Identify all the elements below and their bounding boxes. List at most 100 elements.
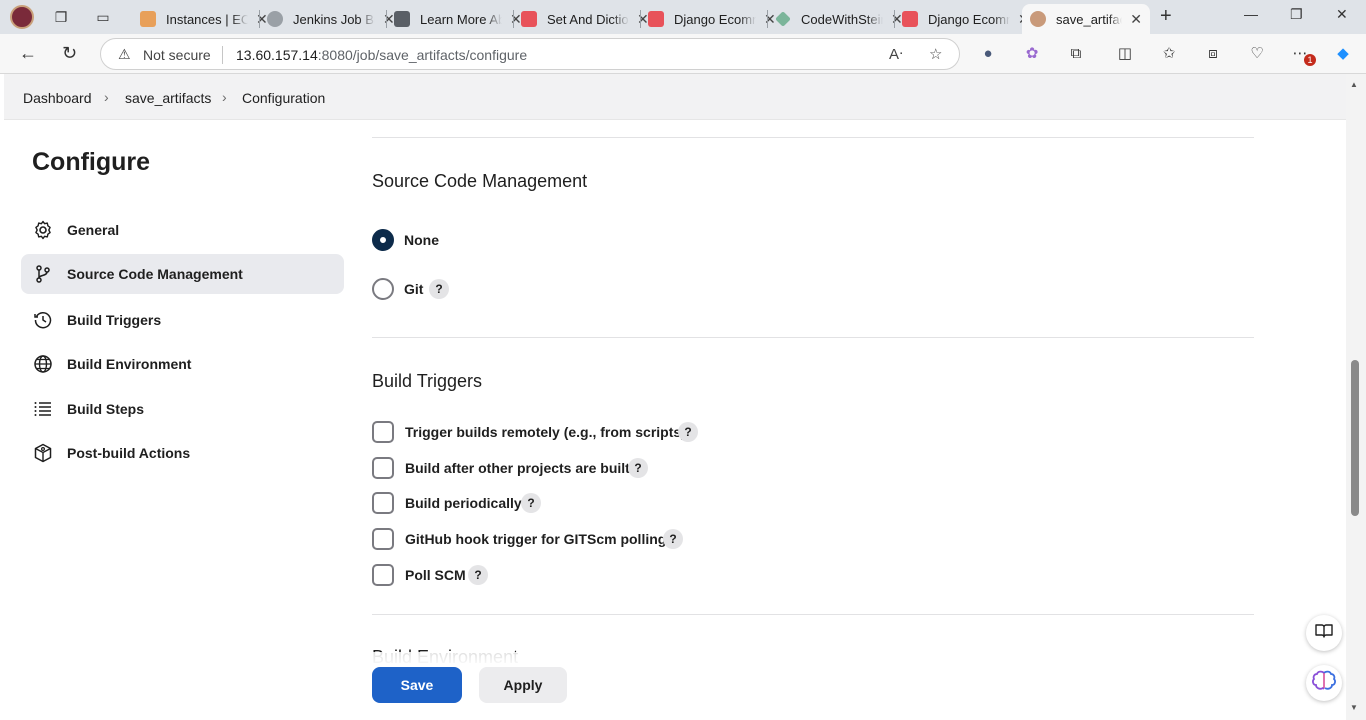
sidebar-item-label: Post-build Actions (67, 445, 191, 461)
sidebar-item-build-steps[interactable]: Build Steps (21, 389, 344, 429)
scm-git-radio[interactable] (372, 278, 394, 300)
tab-favicon-icon (1030, 11, 1046, 27)
help-icon[interactable]: ? (521, 493, 541, 513)
url-path: :8080/job/save_artifacts/configure (317, 47, 528, 63)
tab-title: Set And Dictionary (547, 11, 629, 27)
section-divider (372, 137, 1254, 138)
extensions-puzzle-icon[interactable]: ⧉ (1066, 44, 1086, 64)
sidebar-item-general[interactable]: General (21, 210, 344, 250)
browser-tab[interactable]: Set And Dictionary ✕ (513, 4, 657, 34)
trigger-poll-scm-label[interactable]: Poll SCM (405, 567, 466, 583)
close-window-icon[interactable]: ✕ (1336, 6, 1348, 23)
brain-icon (1312, 670, 1336, 697)
page-viewport: Dashboard › save_artifacts › Configurati… (4, 74, 1346, 720)
scrollbar-thumb[interactable] (1351, 360, 1359, 516)
read-aloud-icon[interactable]: Aᐧ (889, 45, 903, 63)
browser-tab-strip: ❐ ▭ Instances | EC2 ✕ Jenkins Job Build … (0, 0, 1366, 34)
favorites-icon[interactable]: ✩ (1159, 44, 1179, 64)
copilot-extension-icon[interactable]: ✿ (1022, 44, 1042, 64)
scm-git-label[interactable]: Git (404, 281, 423, 297)
chevron-right-icon: › (222, 89, 227, 105)
url-text[interactable]: 13.60.157.14:8080/job/save_artifacts/con… (236, 47, 527, 63)
help-icon[interactable]: ? (429, 279, 449, 299)
browser-tab[interactable]: CodeWithStein ✕ (767, 4, 911, 34)
trigger-periodically-checkbox[interactable] (372, 492, 394, 514)
clock-icon (32, 309, 54, 331)
browser-essentials-icon[interactable]: ♡ (1247, 44, 1267, 64)
scroll-down-icon[interactable]: ▼ (1350, 703, 1358, 712)
security-label[interactable]: Not secure (143, 47, 211, 63)
new-tab-icon[interactable]: + (1160, 5, 1172, 28)
help-icon[interactable]: ? (678, 422, 698, 442)
tab-title: save_artifacts (1056, 11, 1122, 27)
restore-icon[interactable]: ❐ (1290, 6, 1303, 23)
breadcrumb-job[interactable]: save_artifacts (125, 90, 211, 106)
help-icon[interactable]: ? (628, 458, 648, 478)
apply-button[interactable]: Apply (479, 667, 567, 703)
branch-icon (32, 263, 54, 285)
sidebar-item-build-triggers[interactable]: Build Triggers (21, 300, 344, 340)
section-title-build-triggers: Build Triggers (372, 371, 483, 391)
section-divider (372, 337, 1254, 338)
help-icon[interactable]: ? (468, 565, 488, 585)
minimize-icon[interactable]: — (1244, 6, 1258, 22)
split-screen-icon[interactable]: ◫ (1115, 44, 1135, 64)
gear-icon (32, 219, 54, 241)
tab-favicon-icon (521, 11, 537, 27)
bottom-action-bar: Save Apply (4, 652, 1346, 720)
sidebar-item-label: Build Triggers (67, 312, 162, 328)
tab-title: Django Ecommerce (928, 11, 1010, 27)
browser-tab[interactable]: Django Ecommerce ✕ (894, 4, 1038, 34)
collections-icon[interactable]: ⧈ (1203, 44, 1223, 64)
sidebar-item-label: Build Steps (67, 401, 145, 417)
scm-none-label[interactable]: None (404, 232, 439, 248)
copilot-icon[interactable]: ◆ (1333, 44, 1353, 64)
help-icon[interactable]: ? (663, 529, 683, 549)
trigger-github-hook-checkbox[interactable] (372, 528, 394, 550)
trigger-poll-scm-checkbox[interactable] (372, 564, 394, 586)
browser-toolbar: ← ↻ ⚠ Not secure 13.60.157.14:8080/job/s… (0, 34, 1366, 74)
tab-favicon-icon (140, 11, 156, 27)
tab-title: CodeWithStein (801, 11, 883, 27)
list-icon (32, 398, 54, 420)
browser-tab[interactable]: Instances | EC2 ✕ (132, 4, 276, 34)
workspaces-icon[interactable]: ❐ (50, 6, 72, 28)
scroll-up-icon[interactable]: ▲ (1350, 80, 1358, 89)
profile-avatar[interactable] (10, 5, 34, 29)
breadcrumb-dashboard[interactable]: Dashboard (23, 90, 92, 106)
browser-tab[interactable]: Jenkins Job Build ✕ (259, 4, 403, 34)
trigger-remote-label[interactable]: Trigger builds remotely (e.g., from scri… (405, 424, 686, 440)
sidebar-item-label: General (67, 222, 120, 238)
browser-tab[interactable]: Django Ecommerce ✕ (640, 4, 784, 34)
globe-icon (32, 353, 54, 375)
tab-actions-icon[interactable]: ▭ (92, 6, 114, 28)
sidebar-item-source-code-management[interactable]: Source Code Management (21, 254, 344, 294)
favorite-star-icon[interactable]: ☆ (929, 45, 942, 63)
ai-assistant-button[interactable] (1306, 665, 1342, 701)
sidebar-item-post-build-actions[interactable]: Post-build Actions (21, 433, 344, 473)
chevron-right-icon: › (104, 89, 109, 105)
sidebar-item-label: Build Environment (67, 356, 192, 372)
tab-favicon-icon (267, 11, 283, 27)
browser-tab[interactable]: Learn More About ✕ (386, 4, 530, 34)
save-button[interactable]: Save (372, 667, 462, 703)
trigger-after-projects-label[interactable]: Build after other projects are built (405, 460, 630, 476)
trigger-periodically-label[interactable]: Build periodically (405, 495, 522, 511)
tab-title: Instances | EC2 (166, 11, 248, 27)
page-title: Configure (32, 148, 151, 176)
close-tab-icon[interactable]: ✕ (1130, 11, 1142, 28)
reading-view-button[interactable] (1306, 615, 1342, 651)
refresh-icon[interactable]: ↻ (62, 43, 77, 64)
sidebar-item-build-environment[interactable]: Build Environment (21, 344, 344, 384)
tab-favicon-icon (648, 11, 664, 27)
trigger-after-projects-checkbox[interactable] (372, 457, 394, 479)
address-bar[interactable]: ⚠ Not secure 13.60.157.14:8080/job/save_… (100, 38, 960, 70)
trigger-remote-checkbox[interactable] (372, 421, 394, 443)
extension-icon[interactable]: ● (978, 44, 998, 64)
package-icon (32, 442, 54, 464)
scm-none-radio[interactable] (372, 229, 394, 251)
browser-tab-active[interactable]: save_artifacts ✕ (1022, 4, 1150, 34)
warning-icon[interactable]: ⚠ (118, 46, 131, 63)
back-icon[interactable]: ← (19, 43, 37, 64)
trigger-github-hook-label[interactable]: GitHub hook trigger for GITScm polling (405, 531, 666, 547)
